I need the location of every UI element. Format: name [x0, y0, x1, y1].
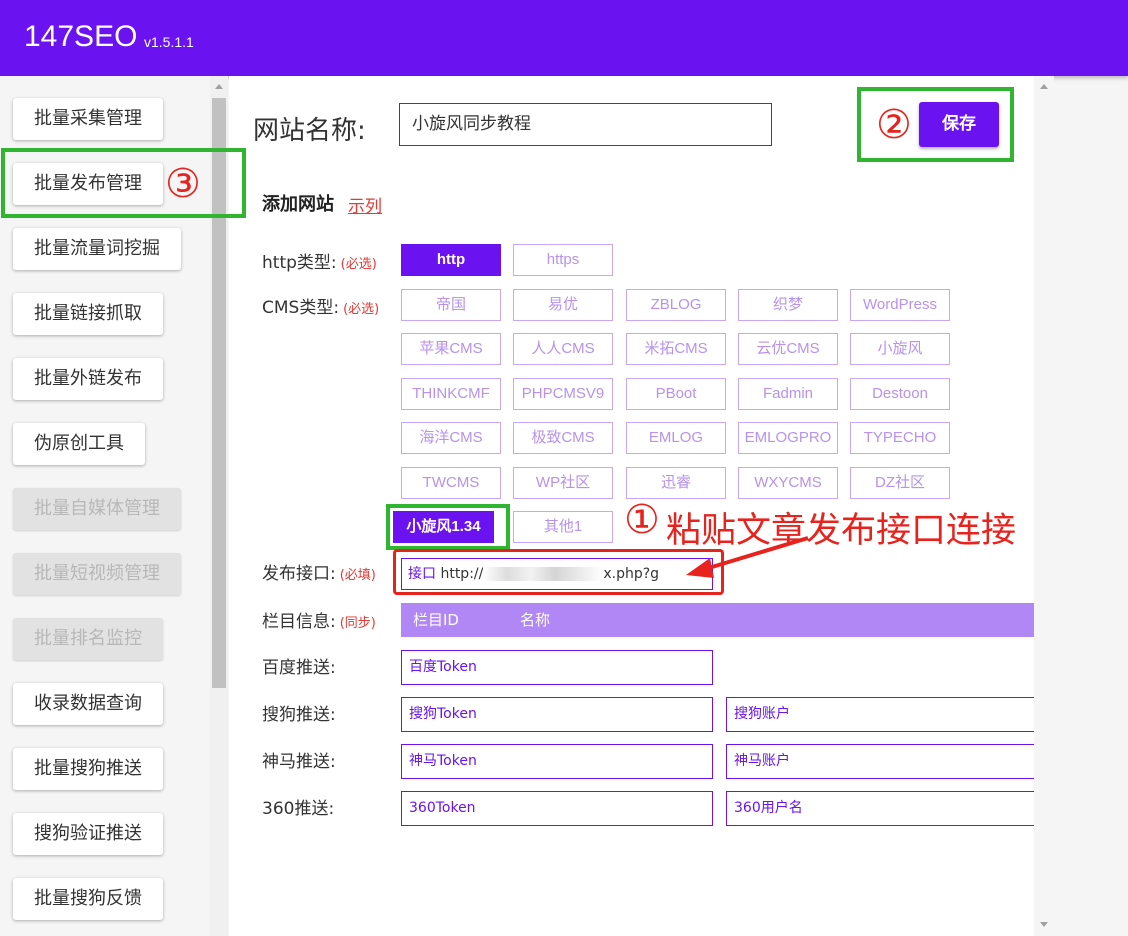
sidebar-item-index-query[interactable]: 收录数据查询	[13, 683, 163, 725]
shenma-push-label: 神马推送:	[262, 752, 336, 772]
cms-option[interactable]: Destoon	[850, 378, 950, 410]
sidebar-item-sogou-feedback[interactable]: 批量搜狗反馈	[13, 878, 163, 920]
cms-type-label: CMS类型: (必选)	[262, 293, 379, 318]
column-label-text: 栏目信息:	[262, 612, 336, 632]
sidebar-item-traffic-keywords[interactable]: 批量流量词挖掘	[13, 228, 181, 270]
sidebar-item-link-crawl[interactable]: 批量链接抓取	[13, 293, 163, 335]
app-version: v1.5.1.1	[144, 34, 194, 50]
scroll-up-arrow-icon[interactable]	[215, 84, 223, 89]
step3-number: ③	[165, 161, 201, 207]
api-required-tag: (必填)	[339, 568, 376, 583]
required-tag: (必选)	[343, 302, 380, 317]
cms-option[interactable]: EMLOGPRO	[738, 422, 838, 454]
cms-option[interactable]: DZ社区	[850, 467, 950, 499]
section-title: 添加网站	[262, 194, 334, 215]
main-scrollbar[interactable]	[1034, 76, 1054, 936]
cms-option[interactable]: EMLOG	[626, 422, 726, 454]
step1-api-highlight-box	[393, 549, 724, 595]
column-sync-tag: (同步)	[339, 616, 376, 631]
http-type-label-text: http类型:	[262, 253, 337, 273]
sogou-push-label: 搜狗推送:	[262, 705, 336, 725]
sidebar-item-sogou-verify-push[interactable]: 搜狗验证推送	[13, 813, 163, 855]
api-label-text: 发布接口:	[262, 564, 336, 584]
column-id-header: 栏目ID	[413, 611, 459, 629]
http-type-label: http类型: (必选)	[262, 248, 377, 273]
sidebar-item-batch-collect[interactable]: 批量采集管理	[13, 98, 163, 140]
baidu-push-label: 百度推送:	[262, 658, 336, 678]
site-name-input[interactable]: 小旋风同步教程	[399, 103, 772, 146]
step1-arrow-icon	[686, 536, 809, 578]
sidebar-item-pseudo-original[interactable]: 伪原创工具	[13, 423, 145, 465]
cms-option[interactable]: 迅睿	[626, 467, 726, 499]
sogou-token-input[interactable]: 搜狗Token	[401, 697, 713, 732]
column-header-bar: 栏目ID 名称	[401, 603, 1034, 637]
cms-option[interactable]: 人人CMS	[513, 333, 613, 365]
cms-option[interactable]: 海洋CMS	[401, 422, 501, 454]
step1-cms-highlight-box	[386, 504, 510, 550]
shenma-account-input[interactable]: 神马账户	[726, 744, 1034, 779]
cms-option[interactable]: 易优	[513, 289, 613, 321]
http-option-http[interactable]: http	[401, 244, 501, 276]
example-link[interactable]: 示列	[348, 192, 382, 217]
cms-option[interactable]: WXYCMS	[738, 467, 838, 499]
cms-type-label-text: CMS类型:	[262, 298, 340, 318]
cms-option[interactable]: TWCMS	[401, 467, 501, 499]
app-title: 147SEO	[24, 20, 138, 53]
cms-option[interactable]: PBoot	[626, 378, 726, 410]
step3-highlight-box	[1, 148, 246, 218]
cms-option[interactable]: 帝国	[401, 289, 501, 321]
column-name-header: 名称	[520, 611, 551, 629]
cms-option[interactable]: ZBLOG	[626, 289, 726, 321]
api-label: 发布接口: (必填)	[262, 559, 376, 584]
baidu-token-input[interactable]: 百度Token	[401, 650, 713, 685]
cms-option[interactable]: Fadmin	[738, 378, 838, 410]
cms-option[interactable]: 云优CMS	[738, 333, 838, 365]
app-header: 147SEO v1.5.1.1	[0, 0, 1128, 76]
cms-option[interactable]: 小旋风	[850, 333, 950, 365]
http-option-https[interactable]: https	[513, 244, 613, 276]
sidebar-item-backlink-publish[interactable]: 批量外链发布	[13, 358, 163, 400]
shenma-token-input[interactable]: 神马Token	[401, 744, 713, 779]
required-tag: (必选)	[340, 257, 377, 272]
sidebar-item-short-video: 批量短视频管理	[13, 553, 181, 595]
step1-number: ①	[624, 497, 660, 543]
cms-option[interactable]: 米拓CMS	[626, 333, 726, 365]
cms-option[interactable]: 极致CMS	[513, 422, 613, 454]
cms-option[interactable]: PHPCMSV9	[513, 378, 613, 410]
cms-option[interactable]: WP社区	[513, 467, 613, 499]
cms-option[interactable]: THINKCMF	[401, 378, 501, 410]
sidebar-item-sogou-push[interactable]: 批量搜狗推送	[13, 748, 163, 790]
column-label: 栏目信息: (同步)	[262, 607, 376, 632]
sidebar-item-rank-monitor: 批量排名监控	[13, 618, 163, 660]
site-name-label: 网站名称:	[253, 116, 366, 146]
s360-username-input[interactable]: 360用户名	[726, 791, 1034, 826]
s360-push-label: 360推送:	[262, 799, 335, 819]
s360-token-input[interactable]: 360Token	[401, 791, 713, 826]
scroll-down-arrow-icon[interactable]	[1040, 922, 1048, 927]
cms-option[interactable]: 其他1	[513, 511, 613, 543]
sidebar-item-self-media: 批量自媒体管理	[13, 488, 181, 530]
cms-option[interactable]: WordPress	[850, 289, 950, 321]
cms-option[interactable]: TYPECHO	[850, 422, 950, 454]
step2-number: ②	[876, 102, 912, 148]
cms-option[interactable]: 苹果CMS	[401, 333, 501, 365]
scroll-up-arrow-icon[interactable]	[1040, 84, 1048, 89]
cms-option[interactable]: 织梦	[738, 289, 838, 321]
sogou-account-input[interactable]: 搜狗账户	[726, 697, 1034, 732]
